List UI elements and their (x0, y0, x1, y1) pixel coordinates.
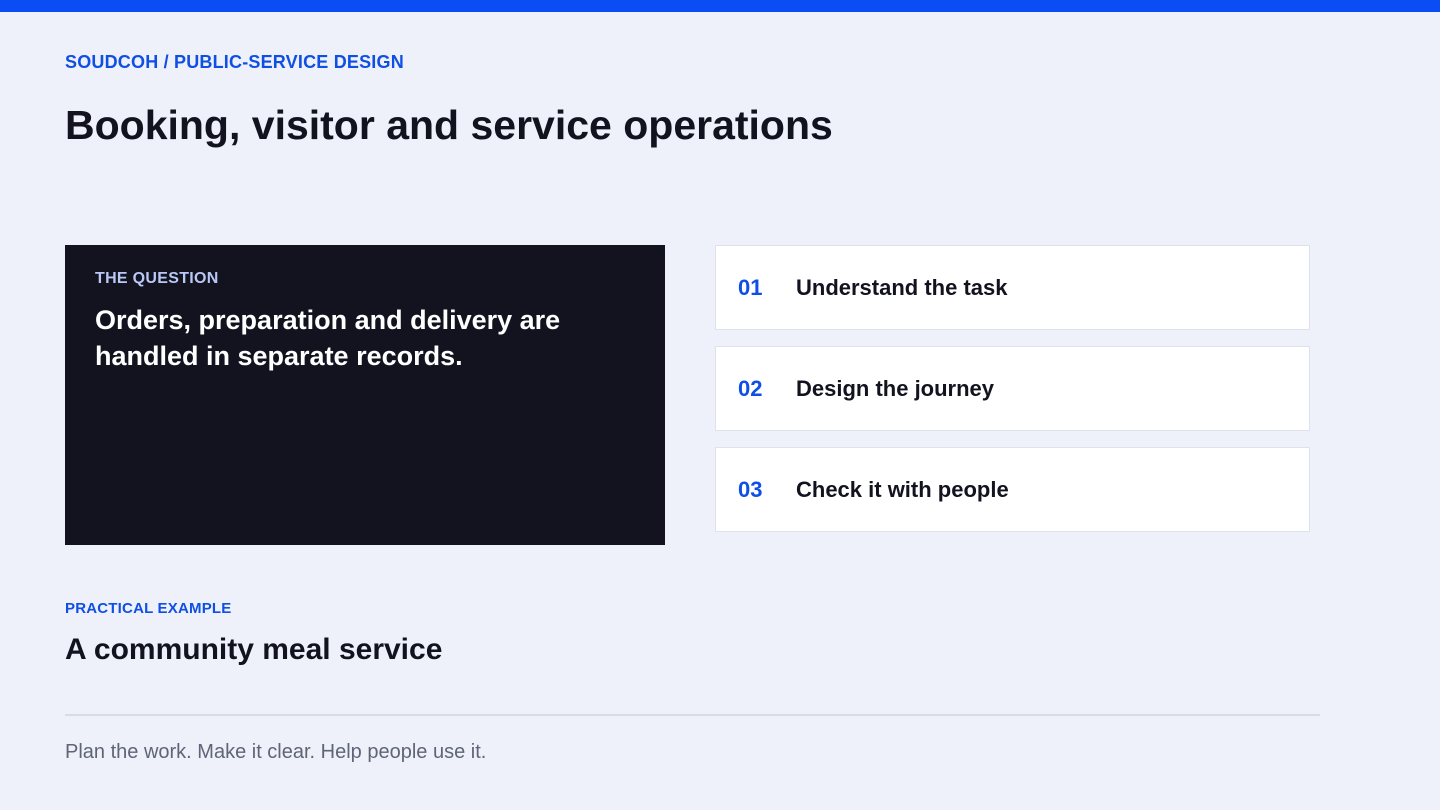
question-panel: THE QUESTION Orders, preparation and del… (65, 245, 665, 545)
question-text: Orders, preparation and delivery are han… (95, 305, 561, 371)
example-label: PRACTICAL EXAMPLE (65, 600, 232, 617)
steps-list: 01 Understand the task 02 Design the jou… (715, 245, 1310, 548)
step-number: 01 (738, 274, 763, 300)
footer-divider (65, 714, 1320, 716)
question-label: THE QUESTION (95, 270, 219, 287)
footer-tagline: Plan the work. Make it clear. Help peopl… (65, 741, 487, 763)
step-number: 03 (738, 476, 763, 502)
step-number: 02 (738, 375, 763, 401)
step-label: Understand the task (796, 274, 1008, 300)
step-card-design: 02 Design the journey (715, 346, 1310, 431)
step-label: Check it with people (796, 476, 1009, 502)
example-title: A community meal service (65, 633, 443, 666)
step-card-understand: 01 Understand the task (715, 245, 1310, 330)
top-accent-bar (0, 0, 1440, 12)
page-title: Booking, visitor and service operations (65, 102, 833, 148)
step-label: Design the journey (796, 375, 995, 401)
breadcrumb: SOUDCOH / PUBLIC-SERVICE DESIGN (65, 52, 404, 72)
step-card-check: 03 Check it with people (715, 447, 1310, 532)
